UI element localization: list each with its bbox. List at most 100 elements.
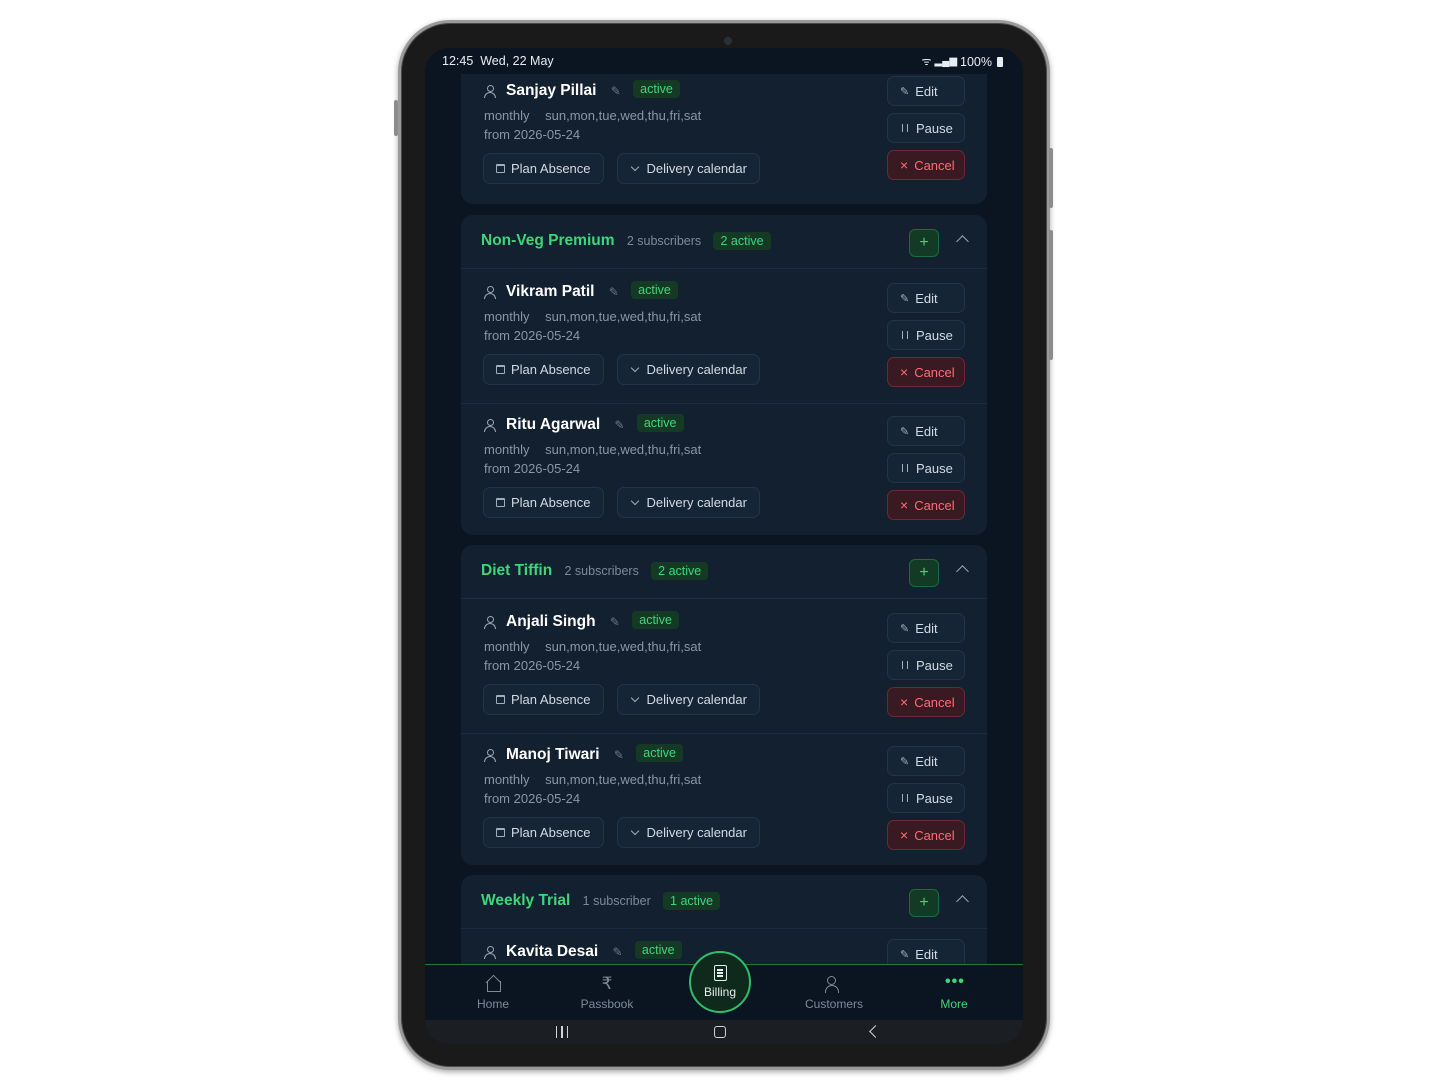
chevron-down-icon [630,496,639,506]
back-icon[interactable] [869,1025,882,1038]
pencil-icon[interactable]: ✎ [611,84,621,98]
subscriber-name: Kavita Desai [506,943,599,960]
status-date: Wed, 22 May [480,54,554,68]
pause-icon [902,331,908,339]
subscriber-name: Sanjay Pillai [506,82,597,99]
pencil-icon: ✎ [900,755,910,768]
edit-button[interactable]: ✎ Edit [887,283,965,313]
delivery-calendar-button[interactable]: Delivery calendar [616,684,760,715]
delivery-calendar-button[interactable]: Delivery calendar [616,487,760,518]
plan-group-diet-tiffin: Diet Tiffin 2 subscribers 2 active + Anj… [461,545,987,865]
collapse-chevron-icon[interactable] [956,895,969,908]
nav-customers[interactable]: Customers [801,975,867,1011]
add-subscriber-button[interactable]: + [909,889,939,917]
calendar-icon [496,498,505,507]
plan-title: Weekly Trial [481,892,571,909]
subscriber-card-manoj: Manoj Tiwari ✎ active monthly sun,mon,tu… [461,733,987,866]
calendar-icon [496,365,505,374]
subscriber-count: 2 subscribers [564,564,639,578]
pencil-icon[interactable]: ✎ [609,285,619,299]
pause-button[interactable]: Pause [887,320,965,350]
delivery-days: sun,mon,tue,wed,thu,fri,sat [545,772,702,787]
subscriber-count: 2 subscribers [626,234,702,248]
plan-group-header[interactable]: Diet Tiffin 2 subscribers 2 active + [461,545,987,599]
chevron-down-icon [630,363,639,373]
status-badge: active [636,414,684,432]
nav-home[interactable]: Home [469,975,517,1011]
add-subscriber-button[interactable]: + [909,229,939,257]
battery-level: 100% [960,54,992,69]
system-navigation-bar [425,1020,1023,1044]
plan-absence-button[interactable]: Plan Absence [483,684,604,715]
subscriber-card-vikram: Vikram Patil ✎ active monthly sun,mon,tu… [461,271,987,404]
plan-absence-button[interactable]: Plan Absence [483,153,604,184]
edit-button[interactable]: ✎ Edit [887,746,965,776]
subscriber-card-sanjay: Sanjay Pillai ✎ active monthly sun,mon,t… [461,74,987,203]
delivery-calendar-button[interactable]: Delivery calendar [616,817,760,848]
add-subscriber-button[interactable]: + [909,559,939,587]
edit-button[interactable]: ✎ Edit [887,76,965,106]
status-bar: 12:45 Wed, 22 May ᯤ ▂▄▆ 100% [425,48,1023,74]
pause-button[interactable]: Pause [887,453,965,483]
subscriptions-list[interactable]: Sanjay Pillai ✎ active monthly sun,mon,t… [425,74,1023,964]
pause-icon [902,661,908,669]
pencil-icon: ✎ [900,85,910,98]
collapse-chevron-icon[interactable] [956,565,969,578]
bottom-nav: Home ₹ Passbook Billing Customers ••• Mo… [425,951,1023,1020]
collapse-chevron-icon[interactable] [956,235,969,248]
status-badge: active [634,941,682,959]
pause-button[interactable]: Pause [887,113,965,143]
pencil-icon[interactable]: ✎ [610,615,620,629]
subscriber-card-ritu: Ritu Agarwal ✎ active monthly sun,mon,tu… [461,403,987,536]
person-icon [484,286,496,299]
person-icon [484,946,496,959]
delivery-calendar-button[interactable]: Delivery calendar [616,153,760,184]
plan-absence-button[interactable]: Plan Absence [483,354,604,385]
pause-button[interactable]: Pause [887,650,965,680]
delivery-calendar-button[interactable]: Delivery calendar [616,354,760,385]
active-count-badge: 2 active [713,232,771,250]
side-button-left [394,100,398,136]
pencil-icon[interactable]: ✎ [614,748,624,762]
cancel-button[interactable]: × Cancel [887,687,965,717]
subscriber-card-anjali: Anjali Singh ✎ active monthly sun,mon,tu… [461,601,987,734]
pencil-icon[interactable]: ✎ [613,945,623,959]
pencil-icon: ✎ [900,948,910,961]
edit-button[interactable]: ✎ Edit [887,613,965,643]
subscriber-count: 1 subscriber [582,894,651,908]
device-screen: 12:45 Wed, 22 May ᯤ ▂▄▆ 100% Sanjay Pill… [425,48,1023,1044]
volume-button [1049,148,1053,208]
edit-button[interactable]: ✎ Edit [887,416,965,446]
start-date: from 2026-05-24 [484,658,581,673]
cancel-button[interactable]: × Cancel [887,490,965,520]
chevron-down-icon [630,826,639,836]
subscriber-name: Vikram Patil [506,283,595,300]
recent-apps-icon[interactable] [556,1026,568,1038]
cancel-button[interactable]: × Cancel [887,357,965,387]
plan-absence-button[interactable]: Plan Absence [483,817,604,848]
home-button-icon[interactable] [714,1026,726,1038]
nav-passbook[interactable]: ₹ Passbook [575,974,639,1012]
subscriber-name: Manoj Tiwari [506,746,600,763]
person-icon [484,419,496,432]
plan-absence-button[interactable]: Plan Absence [483,487,604,518]
plan-group-header[interactable]: Non-Veg Premium 2 subscribers 2 active + [461,215,987,269]
nav-billing[interactable]: Billing [689,951,751,1013]
pencil-icon: ✎ [900,425,910,438]
pause-icon [902,124,908,132]
signal-icon: ▂▄▆ [934,56,958,67]
pause-button[interactable]: Pause [887,783,965,813]
pencil-icon[interactable]: ✎ [614,418,624,432]
start-date: from 2026-05-24 [484,328,581,343]
delivery-days: sun,mon,tue,wed,thu,fri,sat [545,442,702,457]
plan-group-non-veg-premium: Non-Veg Premium 2 subscribers 2 active +… [461,215,987,535]
plan-title: Non-Veg Premium [481,232,615,249]
nav-more[interactable]: ••• More [933,974,975,1012]
cancel-button[interactable]: × Cancel [887,820,965,850]
close-icon: × [900,157,909,173]
power-button [1049,230,1053,360]
plan-group-header[interactable]: Weekly Trial 1 subscriber 1 active + [461,875,987,929]
cancel-button[interactable]: × Cancel [887,150,965,180]
rupee-icon: ₹ [601,974,613,993]
edit-button[interactable]: ✎ Edit [887,939,965,964]
